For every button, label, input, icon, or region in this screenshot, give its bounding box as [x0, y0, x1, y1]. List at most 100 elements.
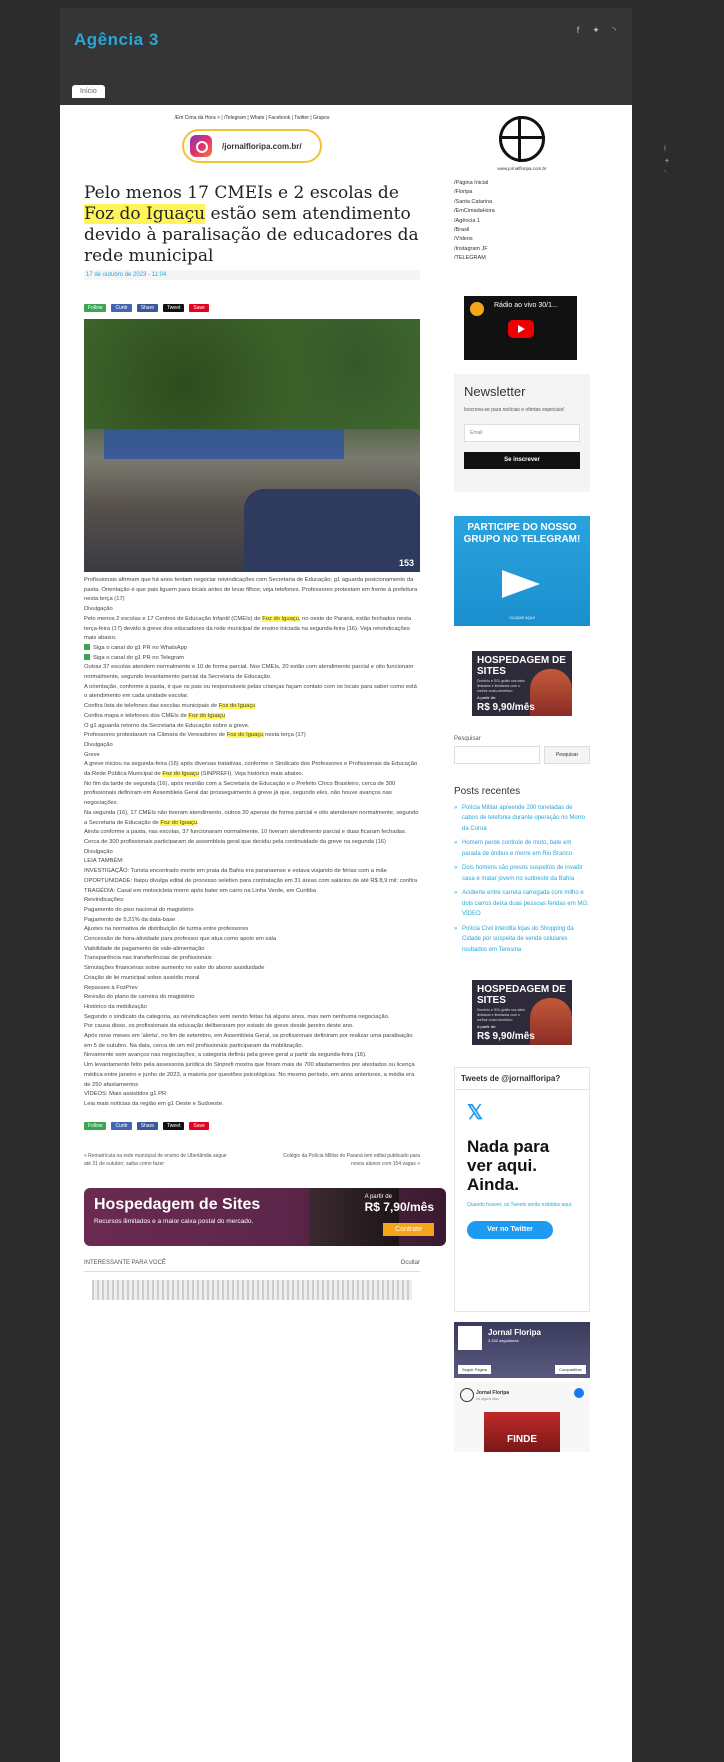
hosting-ad-side[interactable]: HOSPEDAGEM DE SITES Domínio e SSL grátis… — [472, 650, 572, 716]
save-button[interactable]: Save — [189, 304, 209, 312]
twitter-icon[interactable]: ✦ — [590, 24, 602, 36]
article-paragraph: LEIA TAMBÉM: — [84, 858, 124, 865]
article-paragraph: Ajustes na normativa de distribuição de … — [84, 926, 249, 933]
article-paragraph: Divulgação — [84, 741, 113, 748]
article-paragraph: Ainda conforme a pasta, nas escolas, 37 … — [84, 829, 407, 836]
fb-share-button[interactable]: Compartilhar — [555, 1365, 586, 1375]
hosp-desc: Domínio e SSL grátis nos sites limitados… — [477, 678, 525, 693]
facebook-post[interactable]: Jornal Floripa há alguns dias FINDE — [454, 1382, 590, 1453]
follow-button[interactable]: Follow — [84, 304, 107, 312]
article-paragraph: TRAGÉDIA: Casal em motocicleta morre apó… — [84, 887, 316, 894]
top-links[interactable]: /Em Cima da Hora > | /Telegram | Whats |… — [84, 115, 420, 121]
article-paragraph: Siga o canal do g1 PR no WhatsApp — [84, 644, 420, 654]
check-icon — [84, 654, 90, 661]
hosp-from: A partir de: — [477, 694, 497, 700]
article-paragraph: Revisão do plano de carreira do magistér… — [84, 994, 195, 1001]
tab-inicio[interactable]: Início — [72, 85, 105, 98]
hosting-ad[interactable]: Hospedagem de Sites Recursos ilimitados … — [84, 1187, 446, 1246]
page-avatar — [458, 1326, 482, 1351]
sidebar-nav: /Página Inicial/Floripa/Santa Catarina/E… — [454, 179, 590, 264]
article-paragraph: Outras 37 escolas atendem normalmente e … — [84, 664, 414, 681]
instagram-badge[interactable]: /jornalfloripa.com.br/ — [182, 129, 322, 163]
x-logo-icon: 𝕏 — [467, 1102, 484, 1125]
ad-price: A partir de R$ 7,90/mês — [364, 1193, 434, 1214]
post-date: há alguns dias — [476, 1397, 499, 1402]
article-paragraph: OPORTUNIDADE: Itaipu divulga edital de p… — [84, 877, 418, 884]
post-name: Jornal Floripa — [476, 1390, 510, 1397]
like-button[interactable]: Curtir — [111, 304, 132, 312]
recent-post-link[interactable]: Acidente entre carreta carregada com mil… — [454, 888, 590, 920]
channel-avatar — [470, 301, 484, 316]
play-icon[interactable] — [508, 319, 534, 338]
follow-page-button[interactable]: Seguir Página — [458, 1365, 492, 1375]
article-paragraph: Profissionais afirmam que há anos tentam… — [84, 577, 418, 603]
sidebar-nav-item[interactable]: /Página Inicial — [454, 179, 590, 188]
share-button[interactable]: Share — [136, 1121, 159, 1130]
recent-post-link[interactable]: Polícia Militar apreende 200 toneladas d… — [454, 803, 590, 835]
article-paragraph: Reivindicações: — [84, 897, 125, 904]
telegram-banner[interactable]: PARTICIPE DO NOSSO GRUPO NO TELEGRAM! CL… — [454, 515, 590, 626]
article-paragraph: Histórico da mobilização — [84, 1003, 147, 1010]
recent-post-link[interactable]: Homem perde controle de moto, bate em pa… — [454, 838, 590, 859]
sidebar-nav-item[interactable]: /Brasil — [454, 226, 590, 235]
fb-followers: 3.152 seguidores — [488, 1338, 519, 1344]
share-button[interactable]: Share — [136, 304, 159, 312]
car-number: 153 — [398, 558, 414, 568]
recent-post-link[interactable]: Polícia Civil interdita lojas do Shoppin… — [454, 924, 590, 956]
sidebar-nav-item[interactable]: /Vídeos — [454, 235, 590, 244]
sidebar-nav-item[interactable]: /EmCimadaHora — [454, 207, 590, 216]
search-button[interactable]: Pesquisar — [544, 745, 590, 764]
interest-header: INTERESSANTE PARA VOCÊ Ocultar — [84, 1260, 420, 1272]
search-input[interactable] — [454, 745, 540, 764]
article-paragraph: Divulgação — [84, 848, 113, 855]
search-widget: Pesquisar Pesquisar — [454, 736, 590, 764]
site-logo[interactable]: Agência 3 — [74, 30, 159, 50]
view-on-twitter-button[interactable]: Ver no Twitter — [467, 1221, 553, 1240]
sidebar-nav-item[interactable]: /Instagram JF — [454, 245, 590, 254]
follow-button[interactable]: Follow — [84, 1121, 107, 1130]
hosp-desc: Domínio e SSL grátis nos sites limitados… — [477, 1008, 525, 1023]
facebook-icon[interactable]: f — [572, 24, 584, 36]
twitter-widget: Tweets de @jornalfloripa? 𝕏 Nada para ve… — [454, 1067, 590, 1313]
hosting-ad-side-2[interactable]: HOSPEDAGEM DE SITES Domínio e SSL grátis… — [472, 980, 572, 1046]
next-post-link[interactable]: Colégio da Polícia Militar do Paraná tem… — [270, 1152, 420, 1168]
sidebar-nav-item[interactable]: /Santa Catarina — [454, 198, 590, 207]
telegram-title: PARTICIPE DO NOSSO GRUPO NO TELEGRAM! — [463, 521, 581, 545]
subscribe-button[interactable]: Se inscrever — [464, 451, 580, 469]
sidebar-nav-item[interactable]: /Agência 1 — [454, 217, 590, 226]
post-image: FINDE — [484, 1412, 560, 1453]
rss-icon[interactable]: ◝ — [664, 169, 670, 177]
hide-button[interactable]: Ocultar — [401, 1260, 420, 1266]
hosp-price: R$ 9,90/mês — [477, 701, 535, 713]
article-paragraph: Pagamento de 5,21% da data-base — [84, 916, 176, 923]
email-field[interactable]: Email — [464, 423, 580, 442]
newsletter-desc: Inscreva-se para notícias e ofertas espe… — [464, 406, 565, 413]
article-paragraph: Após nove meses em 'alerta', no fim de s… — [84, 1033, 413, 1049]
tweet-button[interactable]: Tweet — [163, 304, 185, 312]
jornal-floripa-logo[interactable] — [499, 116, 545, 162]
recent-post-link[interactable]: Dois homens são presos suspeitos de inva… — [454, 863, 590, 884]
rss-icon[interactable]: ◝ — [608, 24, 620, 36]
facebook-page-widget[interactable]: Jornal Floripa 3.152 seguidores Seguir P… — [454, 1322, 590, 1379]
article-paragraph: Pelo menos 2 escolas e 17 Centros de Edu… — [84, 615, 412, 642]
sidebar-nav-item[interactable]: /TELEGRAM — [454, 254, 590, 263]
post-avatar — [460, 1388, 474, 1403]
recent-posts: Posts recentes Polícia Militar apreende … — [454, 786, 590, 956]
article-title: Pelo menos 17 CMEIs e 2 escolas de Foz d… — [84, 183, 419, 266]
interest-image[interactable] — [92, 1279, 412, 1300]
like-button[interactable]: Curtir — [111, 1121, 132, 1130]
article-paragraph: Siga o canal do g1 PR no Telegram — [84, 654, 420, 664]
article-paragraph: VÍDEOS: Mais assistidos g1 PR — [84, 1091, 167, 1098]
side-social: f ✦ ◝ — [664, 146, 670, 177]
tweet-button[interactable]: Tweet — [163, 1121, 185, 1130]
article-paragraph: Pagamento do piso nacional do magistério — [84, 906, 194, 913]
save-button[interactable]: Save — [189, 1121, 209, 1130]
header-social: f ✦ ◝ — [572, 24, 620, 36]
youtube-video[interactable]: Rádio ao vivo 30/1... — [464, 295, 577, 360]
hosp-title: HOSPEDAGEM DE SITES — [477, 654, 566, 677]
prev-post-link[interactable]: « Rematrícula na rede municipal de ensin… — [84, 1152, 234, 1168]
facebook-icon[interactable]: f — [664, 146, 670, 153]
ad-cta-button[interactable]: Contrate — [383, 1222, 434, 1236]
twitter-icon[interactable]: ✦ — [664, 157, 670, 165]
sidebar-nav-item[interactable]: /Floripa — [454, 188, 590, 197]
